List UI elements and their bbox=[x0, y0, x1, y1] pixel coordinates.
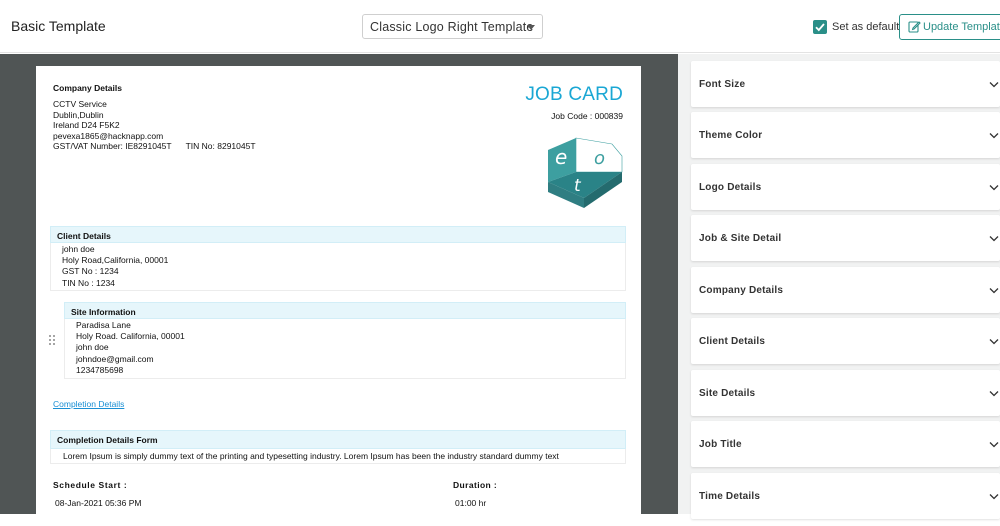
chevron-down-icon bbox=[989, 82, 999, 88]
panel-item-time-details[interactable]: Time Details bbox=[691, 473, 1000, 519]
site-name: Paradisa Lane bbox=[76, 320, 131, 330]
panel-item-label: Job & Site Detail bbox=[699, 233, 782, 244]
update-template-button[interactable]: Update Template bbox=[899, 14, 1000, 40]
panel-item-label: Site Details bbox=[699, 388, 756, 399]
chevron-down-icon bbox=[989, 339, 999, 345]
chevron-down-icon bbox=[989, 236, 999, 242]
panel-item-theme-color[interactable]: Theme Color bbox=[691, 112, 1000, 158]
schedule-start-value: 08-Jan-2021 05:36 PM bbox=[55, 498, 142, 508]
chevron-down-icon bbox=[527, 25, 535, 30]
panel-item-job-title[interactable]: Job Title bbox=[691, 421, 1000, 467]
job-code: Job Code : 000839 bbox=[551, 111, 623, 121]
svg-text:o: o bbox=[594, 148, 605, 169]
preview-canvas: Company Details CCTV Service Dublin,Dubl… bbox=[0, 54, 678, 526]
set-default-label: Set as default bbox=[832, 21, 900, 33]
company-details-title: Company Details bbox=[53, 83, 122, 93]
edit-icon bbox=[908, 21, 921, 33]
client-details-header: Client Details bbox=[50, 226, 626, 243]
schedule-start-label: Schedule Start : bbox=[53, 480, 128, 490]
panel-item-logo-details[interactable]: Logo Details bbox=[691, 164, 1000, 210]
chevron-down-icon bbox=[989, 442, 999, 448]
panel-item-font-size[interactable]: Font Size bbox=[691, 61, 1000, 107]
chevron-down-icon bbox=[989, 494, 999, 500]
client-address: Holy Road,California, 00001 bbox=[62, 255, 169, 266]
company-vat: GST/VAT Number: IE8291045T bbox=[53, 141, 172, 151]
panel-item-label: Job Title bbox=[699, 439, 742, 450]
site-information-body: Paradisa Lane Holy Road. California, 000… bbox=[64, 319, 626, 379]
company-details-block: CCTV Service Dublin,Dublin Ireland D24 F… bbox=[53, 99, 256, 152]
site-phone: 1234785698 bbox=[76, 364, 124, 375]
panel-item-label: Font Size bbox=[699, 79, 746, 90]
drag-handle-icon[interactable] bbox=[49, 335, 56, 347]
chevron-down-icon bbox=[989, 288, 999, 294]
panel-item-label: Logo Details bbox=[699, 182, 762, 193]
chevron-down-icon bbox=[989, 133, 999, 139]
company-email: pevexa1865@hacknapp.com bbox=[53, 130, 164, 141]
template-select[interactable]: Classic Logo Right Template bbox=[362, 14, 543, 39]
set-default-checkbox[interactable] bbox=[813, 20, 827, 34]
panel-item-label: Company Details bbox=[699, 285, 784, 296]
update-template-label: Update Template bbox=[923, 21, 1000, 33]
settings-panel: Font Size Theme Color Logo Details Job &… bbox=[678, 54, 1000, 519]
panel-item-company-details[interactable]: Company Details bbox=[691, 267, 1000, 313]
check-icon bbox=[815, 23, 825, 32]
completion-details-link[interactable]: Completion Details bbox=[53, 399, 124, 409]
client-details-body: john doe Holy Road,California, 00001 GST… bbox=[50, 243, 626, 291]
client-name: john doe bbox=[62, 244, 95, 254]
template-select-value: Classic Logo Right Template bbox=[370, 20, 534, 34]
duration-value: 01:00 hr bbox=[455, 498, 487, 508]
page-title: Basic Template bbox=[11, 18, 106, 34]
site-information-header: Site Information bbox=[64, 302, 626, 319]
panel-item-label: Theme Color bbox=[699, 130, 763, 141]
company-address-1: Dublin,Dublin bbox=[53, 109, 104, 120]
duration-label: Duration : bbox=[453, 480, 498, 490]
site-contact: john doe bbox=[76, 342, 109, 353]
completion-form-text: Lorem Ipsum is simply dummy text of the … bbox=[50, 449, 626, 464]
company-tin: TIN No: 8291045T bbox=[185, 141, 256, 151]
top-bar: Basic Template Classic Logo Right Templa… bbox=[0, 0, 1000, 53]
job-card-sheet: Company Details CCTV Service Dublin,Dubl… bbox=[36, 66, 641, 526]
panel-item-label: Time Details bbox=[699, 491, 761, 502]
company-tax-row: GST/VAT Number: IE8291045T TIN No: 829104… bbox=[53, 141, 256, 152]
company-name: CCTV Service bbox=[53, 99, 107, 109]
completion-form-header: Completion Details Form bbox=[50, 430, 626, 449]
client-gst: GST No : 1234 bbox=[62, 266, 119, 277]
panel-item-site-details[interactable]: Site Details bbox=[691, 370, 1000, 416]
svg-text:e: e bbox=[555, 145, 567, 169]
panel-item-job-site-detail[interactable]: Job & Site Detail bbox=[691, 215, 1000, 261]
chevron-down-icon bbox=[989, 391, 999, 397]
company-address-2: Ireland D24 F5K2 bbox=[53, 120, 120, 130]
chevron-down-icon bbox=[989, 185, 999, 191]
eot-cube-logo-icon: e o t bbox=[548, 137, 623, 208]
panel-item-client-details[interactable]: Client Details bbox=[691, 318, 1000, 364]
panel-item-label: Client Details bbox=[699, 336, 766, 347]
site-address: Holy Road. California, 00001 bbox=[76, 331, 185, 342]
job-card-title: JOB CARD bbox=[525, 84, 623, 105]
site-email: johndoe@gmail.com bbox=[76, 353, 154, 364]
client-tin: TIN No : 1234 bbox=[62, 277, 115, 288]
